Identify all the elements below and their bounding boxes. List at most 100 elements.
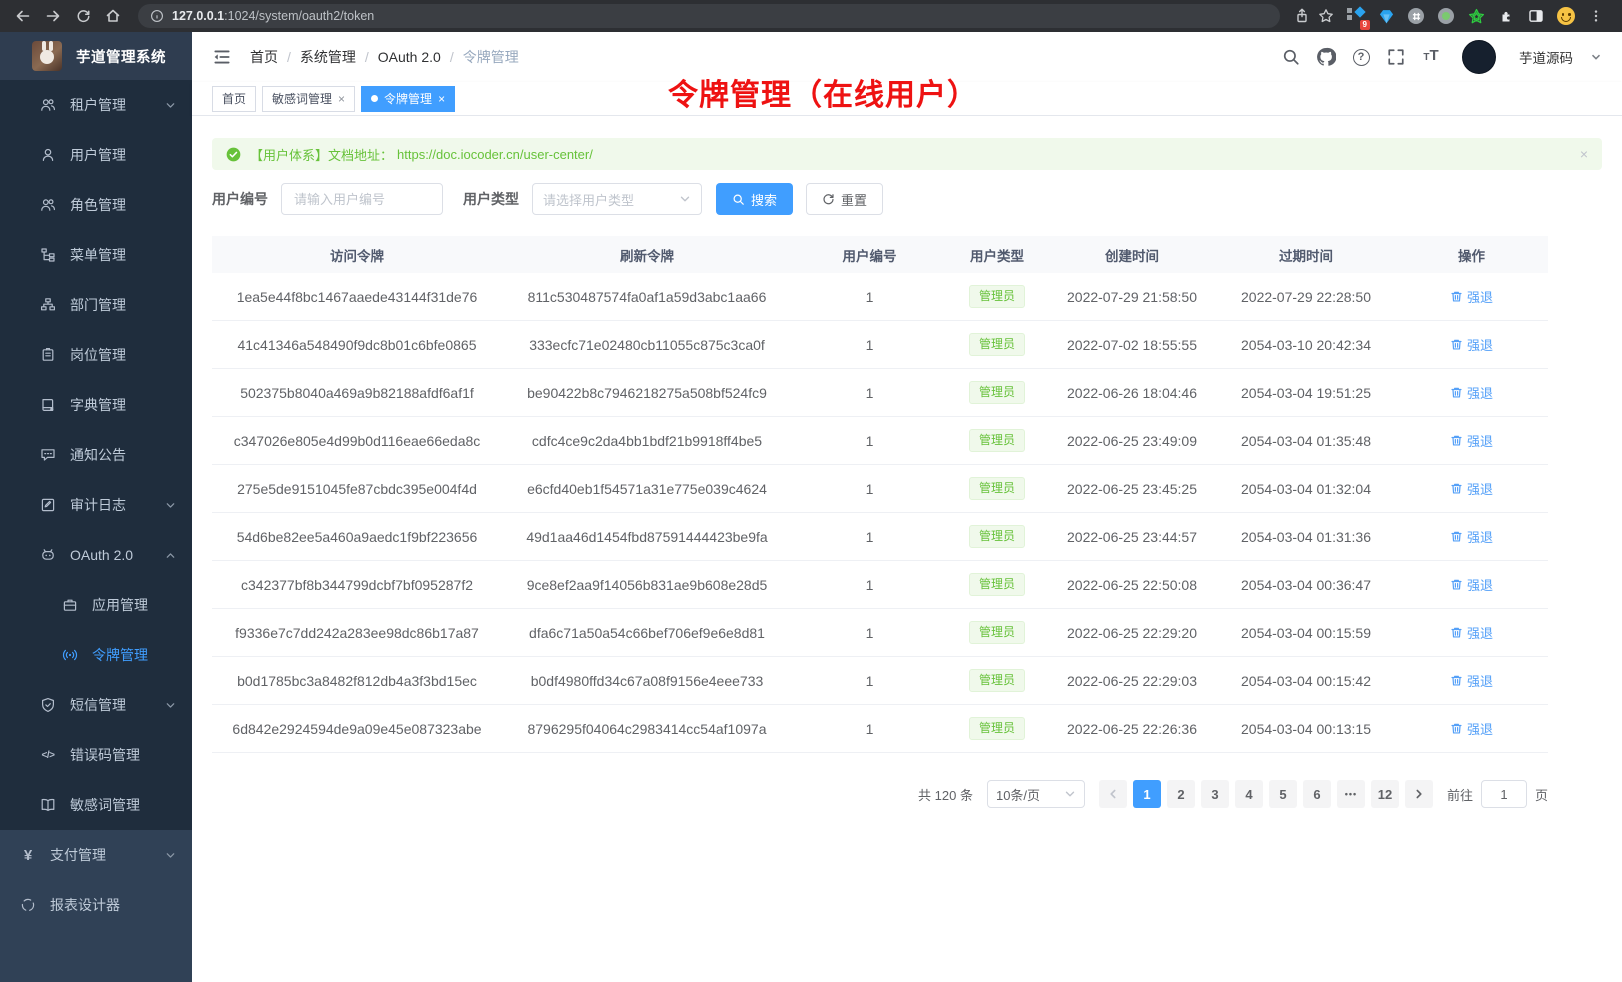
sidebar-item-sms[interactable]: 短信管理 — [0, 680, 192, 730]
user-id-input[interactable] — [281, 183, 443, 215]
force-logout-button[interactable]: 强退 — [1450, 383, 1493, 402]
force-logout-button[interactable]: 强退 — [1450, 623, 1493, 642]
sidebar-item-post[interactable]: 岗位管理 — [0, 330, 192, 380]
trash-icon — [1450, 626, 1463, 639]
user-type-badge: 管理员 — [969, 573, 1025, 597]
sidebar-item-report-designer[interactable]: 报表设计器 — [0, 880, 192, 930]
extension-gem-icon[interactable] — [1376, 6, 1396, 26]
sidebar-fold-button[interactable] — [212, 47, 232, 67]
alert-close-icon[interactable]: × — [1580, 146, 1588, 162]
page-button[interactable]: 5 — [1269, 780, 1297, 808]
code-icon: </> — [40, 750, 56, 761]
force-logout-button[interactable]: 强退 — [1450, 479, 1493, 498]
browser-menu-button[interactable] — [1586, 6, 1606, 26]
user-type-badge: 管理员 — [969, 333, 1025, 357]
page-button[interactable]: 4 — [1235, 780, 1263, 808]
extension-tabs-icon[interactable]: 9 — [1346, 6, 1366, 26]
more-pages-button[interactable]: ••• — [1337, 780, 1365, 808]
sidebar-item-oauth2-app[interactable]: 应用管理 — [0, 580, 192, 630]
extensions-puzzle-button[interactable] — [1496, 6, 1516, 26]
sidebar-item-oauth2[interactable]: OAuth 2.0 — [0, 530, 192, 580]
table-row: 502375b8040a469a9b82188afdf6af1fbe90422b… — [212, 369, 1548, 417]
org-icon — [40, 297, 56, 313]
next-page-button[interactable] — [1405, 780, 1433, 808]
bookmark-button[interactable] — [1316, 6, 1336, 26]
tab-token[interactable]: 令牌管理× — [361, 86, 455, 112]
home-icon — [105, 8, 121, 24]
sidebar-item-audit-log[interactable]: 审计日志 — [0, 480, 192, 530]
sidebar-item-menu[interactable]: 菜单管理 — [0, 230, 192, 280]
breadcrumb: 首页 / 系统管理 / OAuth 2.0 / 令牌管理 — [250, 47, 519, 67]
header-search-button[interactable] — [1281, 47, 1301, 67]
home-button[interactable] — [100, 3, 126, 29]
sidebar-item-payment[interactable]: ¥ 支付管理 — [0, 830, 192, 880]
forward-button[interactable] — [40, 3, 66, 29]
page-button[interactable]: 3 — [1201, 780, 1229, 808]
user-avatar[interactable] — [1462, 40, 1496, 74]
kebab-menu-icon — [1589, 9, 1603, 23]
sidebar-item-tenant[interactable]: 租户管理 — [0, 80, 192, 130]
page-button[interactable]: 6 — [1303, 780, 1331, 808]
force-logout-button[interactable]: 强退 — [1450, 719, 1493, 738]
page-button[interactable]: 1 — [1133, 780, 1161, 808]
url-bar[interactable]: 127.0.0.1:1024/system/oauth2/token — [138, 4, 1280, 28]
dictionary-icon — [40, 397, 56, 413]
goto-page-input[interactable] — [1481, 780, 1527, 808]
close-icon[interactable]: × — [438, 93, 445, 105]
force-logout-button[interactable]: 强退 — [1450, 335, 1493, 354]
system-submenu: 租户管理 用户管理 角色管理 菜单管理 部门管理 岗位管理 — [0, 80, 192, 830]
fullscreen-button[interactable] — [1386, 47, 1406, 67]
profile-avatar[interactable] — [1556, 6, 1576, 26]
sidebar-item-error-code[interactable]: </> 错误码管理 — [0, 730, 192, 780]
github-button[interactable] — [1316, 47, 1336, 67]
breadcrumb-system[interactable]: 系统管理 — [300, 47, 356, 67]
page-button[interactable]: 2 — [1167, 780, 1195, 808]
search-button[interactable]: 搜索 — [716, 183, 793, 215]
table-row: c347026e805e4d99b0d116eae66eda8ccdfc4ce9… — [212, 417, 1548, 465]
user-type-label: 用户类型 — [463, 189, 519, 209]
reload-button[interactable] — [70, 3, 96, 29]
prev-page-button[interactable] — [1099, 780, 1127, 808]
extension-record-icon[interactable] — [1436, 6, 1456, 26]
share-button[interactable] — [1292, 6, 1312, 26]
sidebar-item-sensitive-word[interactable]: 敏感词管理 — [0, 780, 192, 830]
breadcrumb-oauth2[interactable]: OAuth 2.0 — [378, 49, 441, 65]
doc-alert: 【用户体系】文档地址： https://doc.iocoder.cn/user-… — [212, 138, 1602, 170]
sidebar-item-oauth2-token[interactable]: 令牌管理 — [0, 630, 192, 680]
tab-sensitive-word[interactable]: 敏感词管理× — [262, 86, 355, 112]
force-logout-button[interactable]: 强退 — [1450, 431, 1493, 450]
extension-star-icon[interactable] — [1466, 6, 1486, 26]
sidebar-item-notice[interactable]: 通知公告 — [0, 430, 192, 480]
sidebar-item-user[interactable]: 用户管理 — [0, 130, 192, 180]
chevron-down-icon — [165, 700, 176, 711]
help-button[interactable]: ? — [1351, 47, 1371, 67]
trash-icon — [1450, 530, 1463, 543]
filter-bar: 用户编号 用户类型 请选择用户类型 搜索 重置 — [212, 183, 1602, 215]
sidebar-item-dept[interactable]: 部门管理 — [0, 280, 192, 330]
fullscreen-icon — [1387, 48, 1405, 66]
breadcrumb-home[interactable]: 首页 — [250, 47, 278, 67]
username[interactable]: 芋道源码 — [1519, 47, 1573, 67]
doc-link[interactable]: https://doc.iocoder.cn/user-center/ — [397, 147, 593, 162]
close-icon[interactable]: × — [338, 93, 345, 105]
sidebar-toggle-button[interactable] — [1526, 6, 1546, 26]
app-logo[interactable]: 芋道管理系统 — [0, 32, 192, 80]
sidebar-item-role[interactable]: 角色管理 — [0, 180, 192, 230]
reset-button[interactable]: 重置 — [806, 183, 883, 215]
force-logout-button[interactable]: 强退 — [1450, 527, 1493, 546]
page-size-select[interactable]: 10条/页 — [987, 780, 1085, 808]
back-button[interactable] — [10, 3, 36, 29]
table-row: f9336e7c7dd242a283ee98dc86b17a87dfa6c71a… — [212, 609, 1548, 657]
tab-home[interactable]: 首页 — [212, 86, 256, 112]
force-logout-button[interactable]: 强退 — [1450, 671, 1493, 690]
gem-icon — [1378, 8, 1395, 25]
extension-cmd-icon[interactable] — [1406, 6, 1426, 26]
user-type-select[interactable]: 请选择用户类型 — [532, 183, 702, 215]
trash-icon — [1450, 674, 1463, 687]
force-logout-button[interactable]: 强退 — [1450, 575, 1493, 594]
table-row: b0d1785bc3a8482f812db4a3f3bd15ecb0df4980… — [212, 657, 1548, 705]
page-button[interactable]: 12 — [1371, 780, 1399, 808]
force-logout-button[interactable]: 强退 — [1450, 287, 1493, 306]
font-size-button[interactable]: TT — [1421, 47, 1441, 67]
sidebar-item-dict[interactable]: 字典管理 — [0, 380, 192, 430]
